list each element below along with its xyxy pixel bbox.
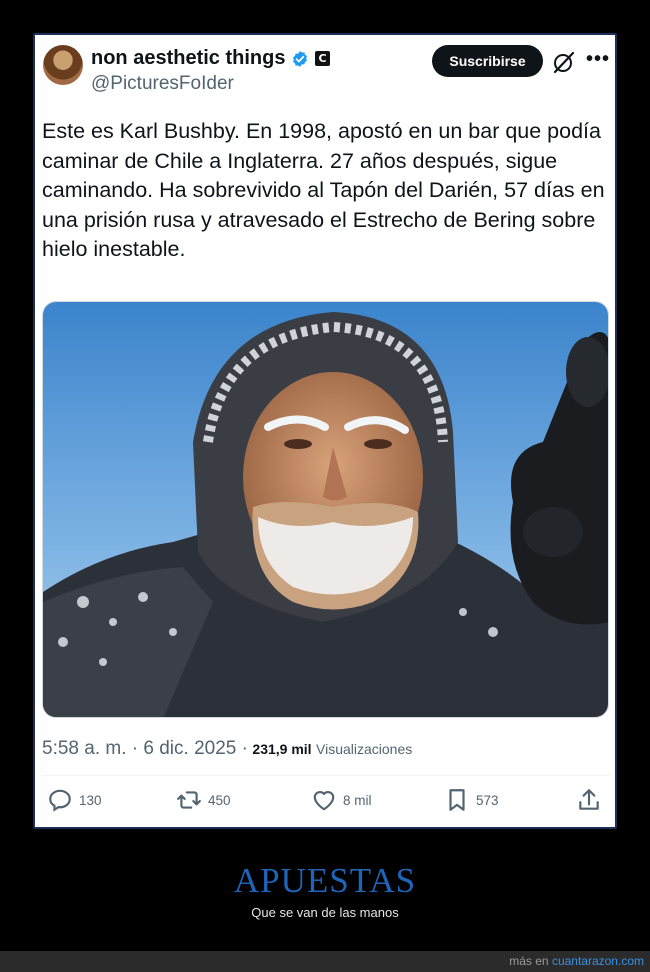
retweet-icon <box>177 791 201 809</box>
bottom-bar: más en cuantarazon.com <box>0 951 650 972</box>
retweet-count: 450 <box>208 792 231 808</box>
reply-button[interactable]: 130 <box>47 785 102 815</box>
tweet-timestamp[interactable]: 5:58 a. m. · 6 dic. 2025 · <box>42 738 248 759</box>
bookmark-count: 573 <box>476 792 499 808</box>
more-options-icon[interactable]: ••• <box>586 49 609 73</box>
credit-prefix: más en <box>509 954 549 968</box>
bookmark-icon <box>449 789 465 811</box>
reply-icon <box>49 789 71 812</box>
author-handle[interactable]: @PicturesFoIder <box>91 73 234 95</box>
bookmark-button[interactable]: 573 <box>444 785 499 815</box>
grok-icon[interactable] <box>552 50 576 74</box>
footer-subtitle: Que se van de las manos <box>251 905 399 920</box>
like-button[interactable]: 8 mil <box>311 785 372 815</box>
reply-count: 130 <box>79 792 102 808</box>
tweet-card: non aesthetic things C @PicturesFoIder S… <box>33 33 617 829</box>
retweet-button[interactable]: 450 <box>176 785 231 815</box>
view-count: 231,9 mil <box>252 741 312 757</box>
divider <box>42 775 610 776</box>
affiliate-badge: C <box>315 51 330 66</box>
footer-title: APUESTAS <box>233 861 417 900</box>
site-link[interactable]: cuantarazon.com <box>552 954 644 968</box>
site-credit: más en cuantarazon.com <box>509 954 644 968</box>
frozen-man-photo <box>43 302 608 717</box>
subscribe-button[interactable]: Suscribirse <box>432 45 543 77</box>
author-name[interactable]: non aesthetic things <box>91 47 285 70</box>
avatar[interactable] <box>43 45 83 85</box>
tweet-meta: 5:58 a. m. · 6 dic. 2025 · 231,9 mil Vis… <box>42 738 412 760</box>
view-count-label: Visualizaciones <box>316 741 413 757</box>
share-button[interactable] <box>576 785 602 815</box>
like-count: 8 mil <box>343 792 372 808</box>
tweet-photo[interactable] <box>42 301 609 718</box>
tweet-text: Este es Karl Bushby. En 1998, apostó en … <box>42 119 605 261</box>
heart-icon <box>313 791 335 811</box>
share-icon <box>579 789 599 810</box>
verified-check-icon <box>293 51 307 67</box>
